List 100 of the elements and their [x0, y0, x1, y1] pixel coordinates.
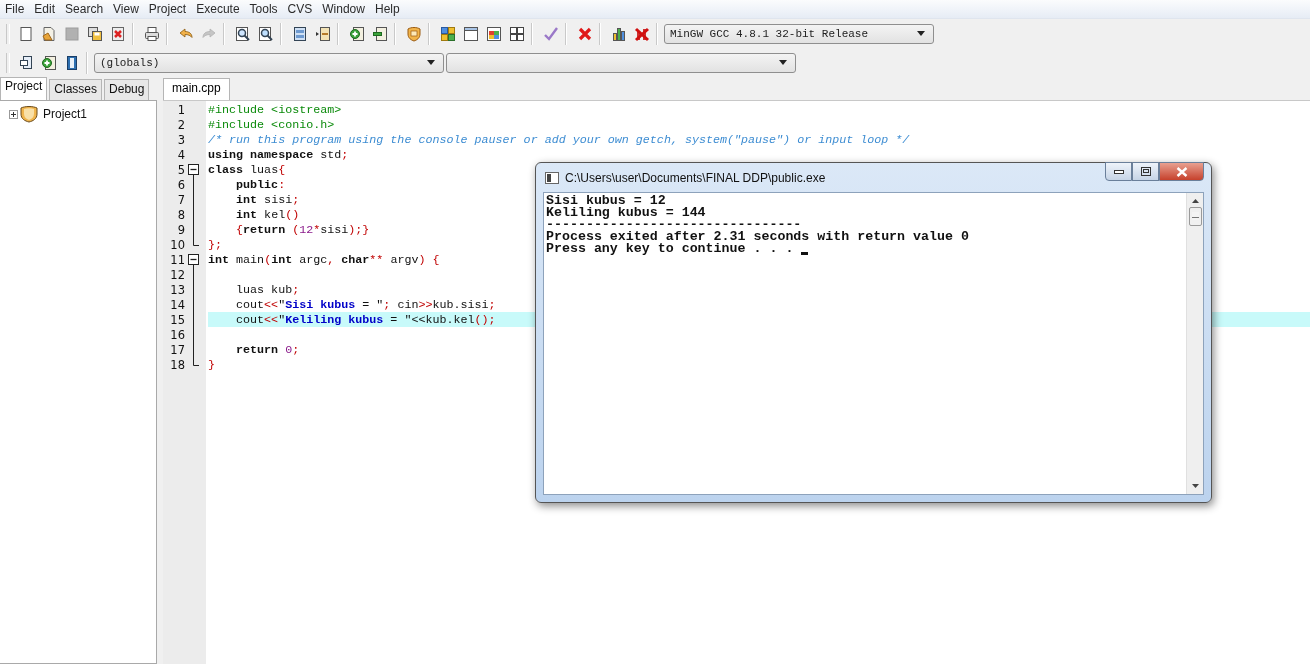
magnifier-page-icon[interactable]	[235, 25, 251, 42]
fold-icon[interactable]	[188, 162, 200, 177]
panel-tab[interactable]: Project	[0, 77, 48, 100]
close-icon	[1175, 166, 1188, 177]
window-arrow-icon[interactable]	[18, 54, 34, 71]
menu-item[interactable]: Tools	[245, 2, 282, 16]
shield-icon	[20, 105, 38, 123]
menu-item[interactable]: Search	[61, 2, 108, 16]
line-number: 10	[169, 237, 185, 252]
checkmark-icon[interactable]	[543, 25, 559, 42]
code-line: return 0;	[235, 342, 300, 357]
line-number: 1	[176, 102, 185, 117]
line-number: 8	[176, 207, 185, 222]
line-number: 5	[176, 162, 185, 177]
code-line: class luas{	[208, 162, 286, 177]
line-number: 11	[169, 252, 185, 267]
code-line: };	[208, 237, 223, 252]
page-icon[interactable]	[41, 25, 57, 42]
bar-chart-icon[interactable]	[611, 25, 627, 42]
dropdown[interactable]: (globals)	[94, 52, 444, 73]
line-number: 17	[169, 342, 185, 357]
dropdown[interactable]: MinGW GCC 4.8.1 32-bit Release	[664, 23, 934, 44]
code-line: cout<<"Sisi kubus = "; cin>>kub.sisi;	[235, 297, 496, 312]
panel-tab[interactable]: Debug	[104, 79, 150, 100]
code-line: luas kub;	[235, 282, 300, 297]
cross-icon[interactable]	[577, 25, 593, 42]
line-number: 9	[176, 222, 185, 237]
window-title: C:\Users\user\Documents\FINAL DDP\public.exe	[565, 170, 826, 185]
printer-icon[interactable]	[144, 25, 160, 42]
window-icon[interactable]	[486, 25, 502, 42]
caret-icon	[779, 60, 787, 65]
console-text: Press any key to continue . . .	[546, 243, 795, 255]
code-line: #include <iostream>	[208, 102, 342, 117]
maximize-button[interactable]	[1132, 162, 1159, 181]
code-line: public:	[235, 177, 286, 192]
bar-chart-cross-icon[interactable]	[634, 25, 650, 42]
menu-item[interactable]: Execute	[192, 2, 244, 16]
maximize-icon	[1140, 167, 1151, 176]
console-text: --------------------------------	[546, 219, 802, 231]
menu-item[interactable]: Edit	[30, 2, 60, 16]
caret-icon	[427, 60, 435, 65]
line-number: 6	[176, 177, 185, 192]
shield-icon[interactable]	[406, 25, 422, 42]
magnifier-page-icon[interactable]	[258, 25, 274, 42]
window-icon[interactable]	[463, 25, 479, 42]
close-button[interactable]	[1159, 162, 1204, 181]
plus-page-icon[interactable]	[41, 54, 57, 71]
panel-tab[interactable]: Classes	[49, 79, 103, 100]
book-icon[interactable]	[64, 54, 80, 71]
dropdown[interactable]	[446, 52, 796, 73]
text-cursor	[801, 252, 809, 255]
plus-page-icon[interactable]	[349, 25, 365, 42]
split-panel-icon[interactable]	[315, 25, 331, 42]
fold-icon[interactable]	[188, 252, 200, 267]
code-line: int main(int argc, char** argv) {	[208, 252, 440, 267]
menu-item[interactable]: View	[109, 2, 143, 16]
page-icon[interactable]	[18, 25, 34, 42]
menu-item[interactable]: Help	[370, 2, 404, 16]
minus-page-icon[interactable]	[372, 25, 388, 42]
console-text: Process exited after 2.31 seconds with return value 0	[546, 231, 969, 243]
expand-icon[interactable]	[9, 109, 18, 119]
code-line: #include <conio.h>	[208, 117, 335, 132]
minimize-button[interactable]	[1105, 162, 1132, 181]
line-number: 15	[169, 312, 185, 327]
menu-item[interactable]: Project	[144, 2, 191, 16]
code-line: }	[208, 357, 215, 372]
code-line: /* run this program using the console pauser or add your own getch, system("pause") or input loop */	[208, 132, 910, 147]
menu-item[interactable]: Window	[318, 2, 369, 16]
code-line: cout<<"Keliling kubus = "<<kub.kel();	[235, 312, 496, 327]
tree-item[interactable]: Project1	[43, 107, 88, 121]
code-line: int sisi;	[235, 192, 300, 207]
console-text: Sisi kubus = 12	[546, 195, 666, 207]
line-number: 14	[169, 297, 185, 312]
code-line: int kel()	[235, 207, 300, 222]
scroll-thumb[interactable]	[1188, 207, 1202, 226]
line-number: 13	[169, 282, 185, 297]
menu-item[interactable]: CVS	[283, 2, 317, 16]
grid-icon[interactable]	[440, 25, 456, 42]
grid-icon[interactable]	[509, 25, 525, 42]
line-number: 7	[176, 192, 185, 207]
scroll-up-icon[interactable]	[1191, 199, 1199, 203]
line-number: 2	[176, 117, 185, 132]
line-number: 18	[169, 357, 185, 372]
editor-tab[interactable]: main.cpp	[163, 78, 230, 100]
line-number: 4	[176, 147, 185, 162]
scrollbar[interactable]	[1186, 193, 1203, 494]
page-cross-icon[interactable]	[110, 25, 126, 42]
caret-icon	[917, 31, 925, 36]
scroll-down-icon[interactable]	[1191, 484, 1199, 488]
code-line: using namespace std;	[208, 147, 349, 162]
minimize-icon	[1113, 169, 1124, 174]
stacked-pages-icon[interactable]	[87, 25, 103, 42]
console-text: Keliling kubus = 144	[546, 207, 706, 219]
code-line: {return (12*sisi);}	[235, 222, 370, 237]
line-number: 16	[169, 327, 185, 342]
menu-item[interactable]: File	[1, 2, 29, 16]
split-panel-icon[interactable]	[292, 25, 308, 42]
line-number: 3	[176, 132, 185, 147]
console-icon	[545, 171, 559, 184]
line-number: 12	[169, 267, 185, 282]
